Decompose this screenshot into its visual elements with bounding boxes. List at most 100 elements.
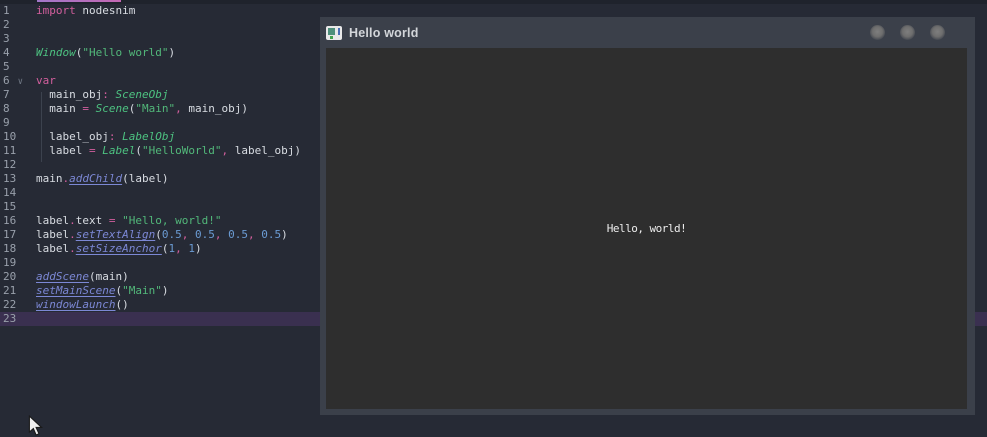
- code-token: setTextAlign: [76, 228, 155, 241]
- code-token: main: [96, 270, 123, 283]
- line-number[interactable]: 15: [0, 200, 36, 214]
- line-number[interactable]: 2: [0, 18, 36, 32]
- code-token: label: [36, 242, 69, 255]
- window-controls: [870, 25, 945, 40]
- line-number[interactable]: 11: [0, 144, 36, 158]
- code-token: import: [36, 4, 76, 17]
- code-token: =: [89, 144, 96, 157]
- code-tokens: label_obj: LabelObj: [36, 130, 175, 144]
- window-title: Hello world: [349, 26, 419, 40]
- line-number[interactable]: 16: [0, 214, 36, 228]
- code-token: =: [82, 102, 89, 115]
- code-token: text: [76, 214, 109, 227]
- code-tokens: windowLaunch(): [36, 298, 129, 312]
- code-token: [188, 228, 195, 241]
- code-token: SceneObj: [115, 88, 168, 101]
- code-token: ,: [248, 228, 255, 241]
- line-number[interactable]: 1: [0, 4, 36, 18]
- code-tokens: var: [36, 74, 56, 88]
- code-token: Scene: [96, 102, 129, 115]
- picture-icon-image: [328, 28, 335, 35]
- line-number[interactable]: 9: [0, 116, 36, 130]
- code-tokens: main = Scene("Main", main_obj): [36, 102, 248, 116]
- line-number[interactable]: 6∨: [0, 74, 36, 88]
- code-token: var: [36, 74, 56, 87]
- line-number[interactable]: 8: [0, 102, 36, 116]
- line-number[interactable]: 18: [0, 242, 36, 256]
- code-token: label: [129, 172, 162, 185]
- code-token: label_obj: [228, 144, 294, 157]
- code-token: ): [122, 270, 129, 283]
- code-tokens: main_obj: SceneObj: [36, 88, 168, 102]
- code-token: ,: [175, 102, 182, 115]
- code-tokens: label = Label("HelloWorld", label_obj): [36, 144, 301, 158]
- code-token: "HelloWorld": [142, 144, 221, 157]
- code-token: 0.5: [261, 228, 281, 241]
- window-control-button-2[interactable]: [900, 25, 915, 40]
- code-token: ): [195, 242, 202, 255]
- code-token: .: [69, 214, 76, 227]
- line-number[interactable]: 23: [0, 312, 36, 326]
- mouse-cursor-icon: [28, 415, 44, 437]
- code-tokens: addScene(main): [36, 270, 129, 284]
- line-number[interactable]: 13: [0, 172, 36, 186]
- line-number[interactable]: 19: [0, 256, 36, 270]
- code-token: ): [162, 284, 169, 297]
- code-token: (: [89, 270, 96, 283]
- hello-world-label: Hello, world!: [607, 222, 687, 235]
- line-number[interactable]: 4: [0, 46, 36, 60]
- code-token: addScene: [36, 270, 89, 283]
- active-tab-indicator: [37, 0, 121, 2]
- line-number[interactable]: 3: [0, 32, 36, 46]
- code-token: (: [122, 172, 129, 185]
- code-token: ): [122, 298, 129, 311]
- line-number[interactable]: 17: [0, 228, 36, 242]
- code-tokens: label.setTextAlign(0.5, 0.5, 0.5, 0.5): [36, 228, 288, 242]
- line-number[interactable]: 12: [0, 158, 36, 172]
- code-token: "Hello world": [82, 46, 168, 59]
- code-token: LabelObj: [122, 130, 175, 143]
- code-tokens: Window("Hello world"): [36, 46, 175, 60]
- indent-guide: [41, 92, 42, 162]
- code-tokens: label.setSizeAnchor(1, 1): [36, 242, 202, 256]
- code-tokens: main.addChild(label): [36, 172, 168, 186]
- fold-arrow-icon[interactable]: ∨: [18, 77, 23, 87]
- code-token: main_obj: [36, 88, 102, 101]
- code-token: addChild: [69, 172, 122, 185]
- code-token: [89, 102, 96, 115]
- code-token: 1: [188, 242, 195, 255]
- code-token: setSizeAnchor: [76, 242, 162, 255]
- code-token: =: [109, 214, 116, 227]
- line-number[interactable]: 22: [0, 298, 36, 312]
- code-token: 0.5: [228, 228, 248, 241]
- code-token: label: [36, 214, 69, 227]
- window-content: Hello, world!: [326, 48, 967, 409]
- code-token: ): [168, 46, 175, 59]
- code-token: Window: [36, 46, 76, 59]
- code-token: label_obj: [36, 130, 109, 143]
- window-control-button-1[interactable]: [870, 25, 885, 40]
- code-token: .: [69, 242, 76, 255]
- code-token: label: [36, 228, 69, 241]
- code-token: nodesnim: [76, 4, 136, 17]
- line-number[interactable]: 7: [0, 88, 36, 102]
- line-number[interactable]: 20: [0, 270, 36, 284]
- code-token: ): [294, 144, 301, 157]
- window-titlebar[interactable]: Hello world: [320, 17, 975, 48]
- code-line[interactable]: 1import nodesnim: [0, 4, 987, 18]
- line-number[interactable]: 21: [0, 284, 36, 298]
- code-token: main: [36, 102, 82, 115]
- code-token: ): [241, 102, 248, 115]
- code-token: label: [36, 144, 89, 157]
- line-number[interactable]: 14: [0, 186, 36, 200]
- code-token: 0.5: [195, 228, 215, 241]
- code-token: ): [281, 228, 288, 241]
- code-token: Label: [102, 144, 135, 157]
- code-token: 0.5: [162, 228, 182, 241]
- code-token: windowLaunch: [36, 298, 115, 311]
- window-control-button-3[interactable]: [930, 25, 945, 40]
- code-token: "Main": [122, 284, 162, 297]
- line-number[interactable]: 5: [0, 60, 36, 74]
- line-number[interactable]: 10: [0, 130, 36, 144]
- code-token: ,: [175, 242, 182, 255]
